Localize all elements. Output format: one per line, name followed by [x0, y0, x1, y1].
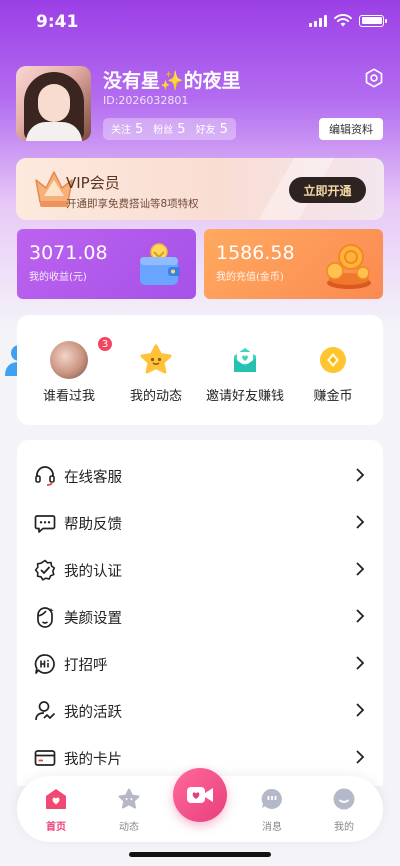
tab-me[interactable]: 我的: [314, 776, 374, 842]
menu-beauty-settings[interactable]: 美颜设置: [17, 593, 383, 640]
follow-stats: 关注 5 粉丝 5 好友 5: [103, 118, 236, 140]
visitor-avatar: [50, 341, 88, 379]
chevron-right-icon: [356, 562, 365, 576]
quick-label: 邀请好友赚钱: [205, 389, 284, 404]
menu-say-hi[interactable]: 打招呼: [17, 640, 383, 687]
menu-label: 美颜设置: [64, 611, 122, 627]
settings-icon[interactable]: [363, 67, 385, 89]
smile-face-icon: [333, 788, 355, 810]
stat-following[interactable]: 关注 5: [111, 121, 143, 137]
wifi-icon: [334, 14, 352, 27]
menu-label: 在线客服: [64, 470, 122, 486]
menu-label: 我的认证: [64, 564, 122, 580]
home-icon: [46, 789, 66, 809]
chevron-right-icon: [356, 609, 365, 623]
menu-my-activity[interactable]: 我的活跃: [17, 687, 383, 734]
menu-help-feedback[interactable]: 帮助反馈: [17, 499, 383, 546]
beauty-face-icon: [37, 607, 54, 628]
wallet-icon: [140, 243, 180, 285]
coin-icon: [320, 347, 346, 373]
tab-home[interactable]: 首页: [26, 776, 86, 842]
quick-label: 我的动态: [129, 389, 182, 404]
recharge-card[interactable]: 1586.58 我的充值(金币): [204, 229, 383, 299]
earnings-label: 我的收益(元): [29, 272, 87, 283]
quick-invite-friends[interactable]: 邀请好友赚钱: [195, 315, 295, 425]
user-name: 没有星✨的夜里: [103, 70, 241, 92]
vip-title: VIP会员: [66, 174, 120, 192]
edit-profile-button[interactable]: 编辑资料: [319, 118, 383, 140]
settings-menu: 在线客服 帮助反馈 我的认证 美颜设置 打招呼 我的活跃 我的卡片: [17, 440, 383, 786]
status-time: 9:41: [36, 12, 79, 32]
earnings-card[interactable]: 3071.08 我的收益(元): [17, 229, 196, 299]
signal-icon: [309, 14, 327, 27]
stat-label: 好友: [195, 125, 216, 136]
card-icon: [34, 750, 56, 766]
menu-label: 我的卡片: [64, 752, 122, 768]
stat-fans[interactable]: 粉丝 5: [153, 121, 185, 137]
tab-label: 首页: [46, 822, 66, 833]
stat-label: 粉丝: [153, 125, 174, 136]
chevron-right-icon: [356, 750, 365, 764]
verified-icon: [34, 559, 56, 581]
status-icons: [309, 14, 387, 27]
chat-bubble-icon: [34, 515, 56, 533]
stat-label: 关注: [111, 125, 131, 136]
stat-value: 5: [177, 122, 186, 137]
recharge-label: 我的充值(金币): [216, 272, 284, 283]
quick-actions-panel: 3 谁看过我 我的动态 邀请好友赚钱 赚金币: [17, 315, 383, 425]
quick-earn-coins[interactable]: 赚金币: [283, 315, 383, 425]
battery-icon: [359, 14, 387, 27]
menu-online-service[interactable]: 在线客服: [17, 452, 383, 499]
tab-label: 动态: [119, 822, 139, 833]
home-indicator: [129, 852, 271, 857]
live-video-button[interactable]: [173, 768, 227, 822]
video-camera-icon: [187, 787, 213, 803]
message-icon: [261, 788, 282, 809]
tab-moments[interactable]: 动态: [99, 776, 159, 842]
tab-label: 消息: [262, 822, 282, 833]
user-id: ID:2026032801: [103, 94, 189, 107]
menu-my-verification[interactable]: 我的认证: [17, 546, 383, 593]
star-moments-icon: [140, 344, 172, 374]
stat-friends[interactable]: 好友 5: [196, 121, 228, 137]
quick-who-viewed-me[interactable]: 3 谁看过我: [19, 315, 119, 425]
gold-coins-icon: [326, 244, 371, 289]
quick-label: 谁看过我: [42, 389, 95, 404]
avatar[interactable]: [16, 66, 91, 141]
vip-description: 开通即享免费搭讪等8项特权: [66, 198, 199, 210]
tab-messages[interactable]: 消息: [242, 776, 302, 842]
stat-value: 5: [135, 122, 144, 137]
invite-mail-icon: [234, 348, 256, 372]
star-icon: [118, 788, 140, 809]
quick-my-moments[interactable]: 我的动态: [106, 315, 206, 425]
headset-icon: [35, 466, 55, 486]
menu-label: 打招呼: [64, 658, 108, 674]
activity-user-icon: [35, 701, 56, 721]
hi-bubble-icon: [34, 654, 55, 674]
chevron-right-icon: [356, 515, 365, 529]
recharge-value: 1586.58: [216, 242, 295, 264]
tab-label: 我的: [334, 822, 354, 833]
status-bar: 9:41: [0, 0, 400, 44]
earnings-value: 3071.08: [29, 242, 108, 264]
stat-value: 5: [219, 122, 228, 137]
chevron-right-icon: [356, 703, 365, 717]
chevron-right-icon: [356, 468, 365, 482]
vip-activate-button[interactable]: 立即开通: [289, 177, 366, 203]
menu-label: 帮助反馈: [64, 517, 122, 533]
chevron-right-icon: [356, 656, 365, 670]
quick-label: 赚金币: [313, 389, 353, 404]
menu-label: 我的活跃: [64, 705, 122, 721]
